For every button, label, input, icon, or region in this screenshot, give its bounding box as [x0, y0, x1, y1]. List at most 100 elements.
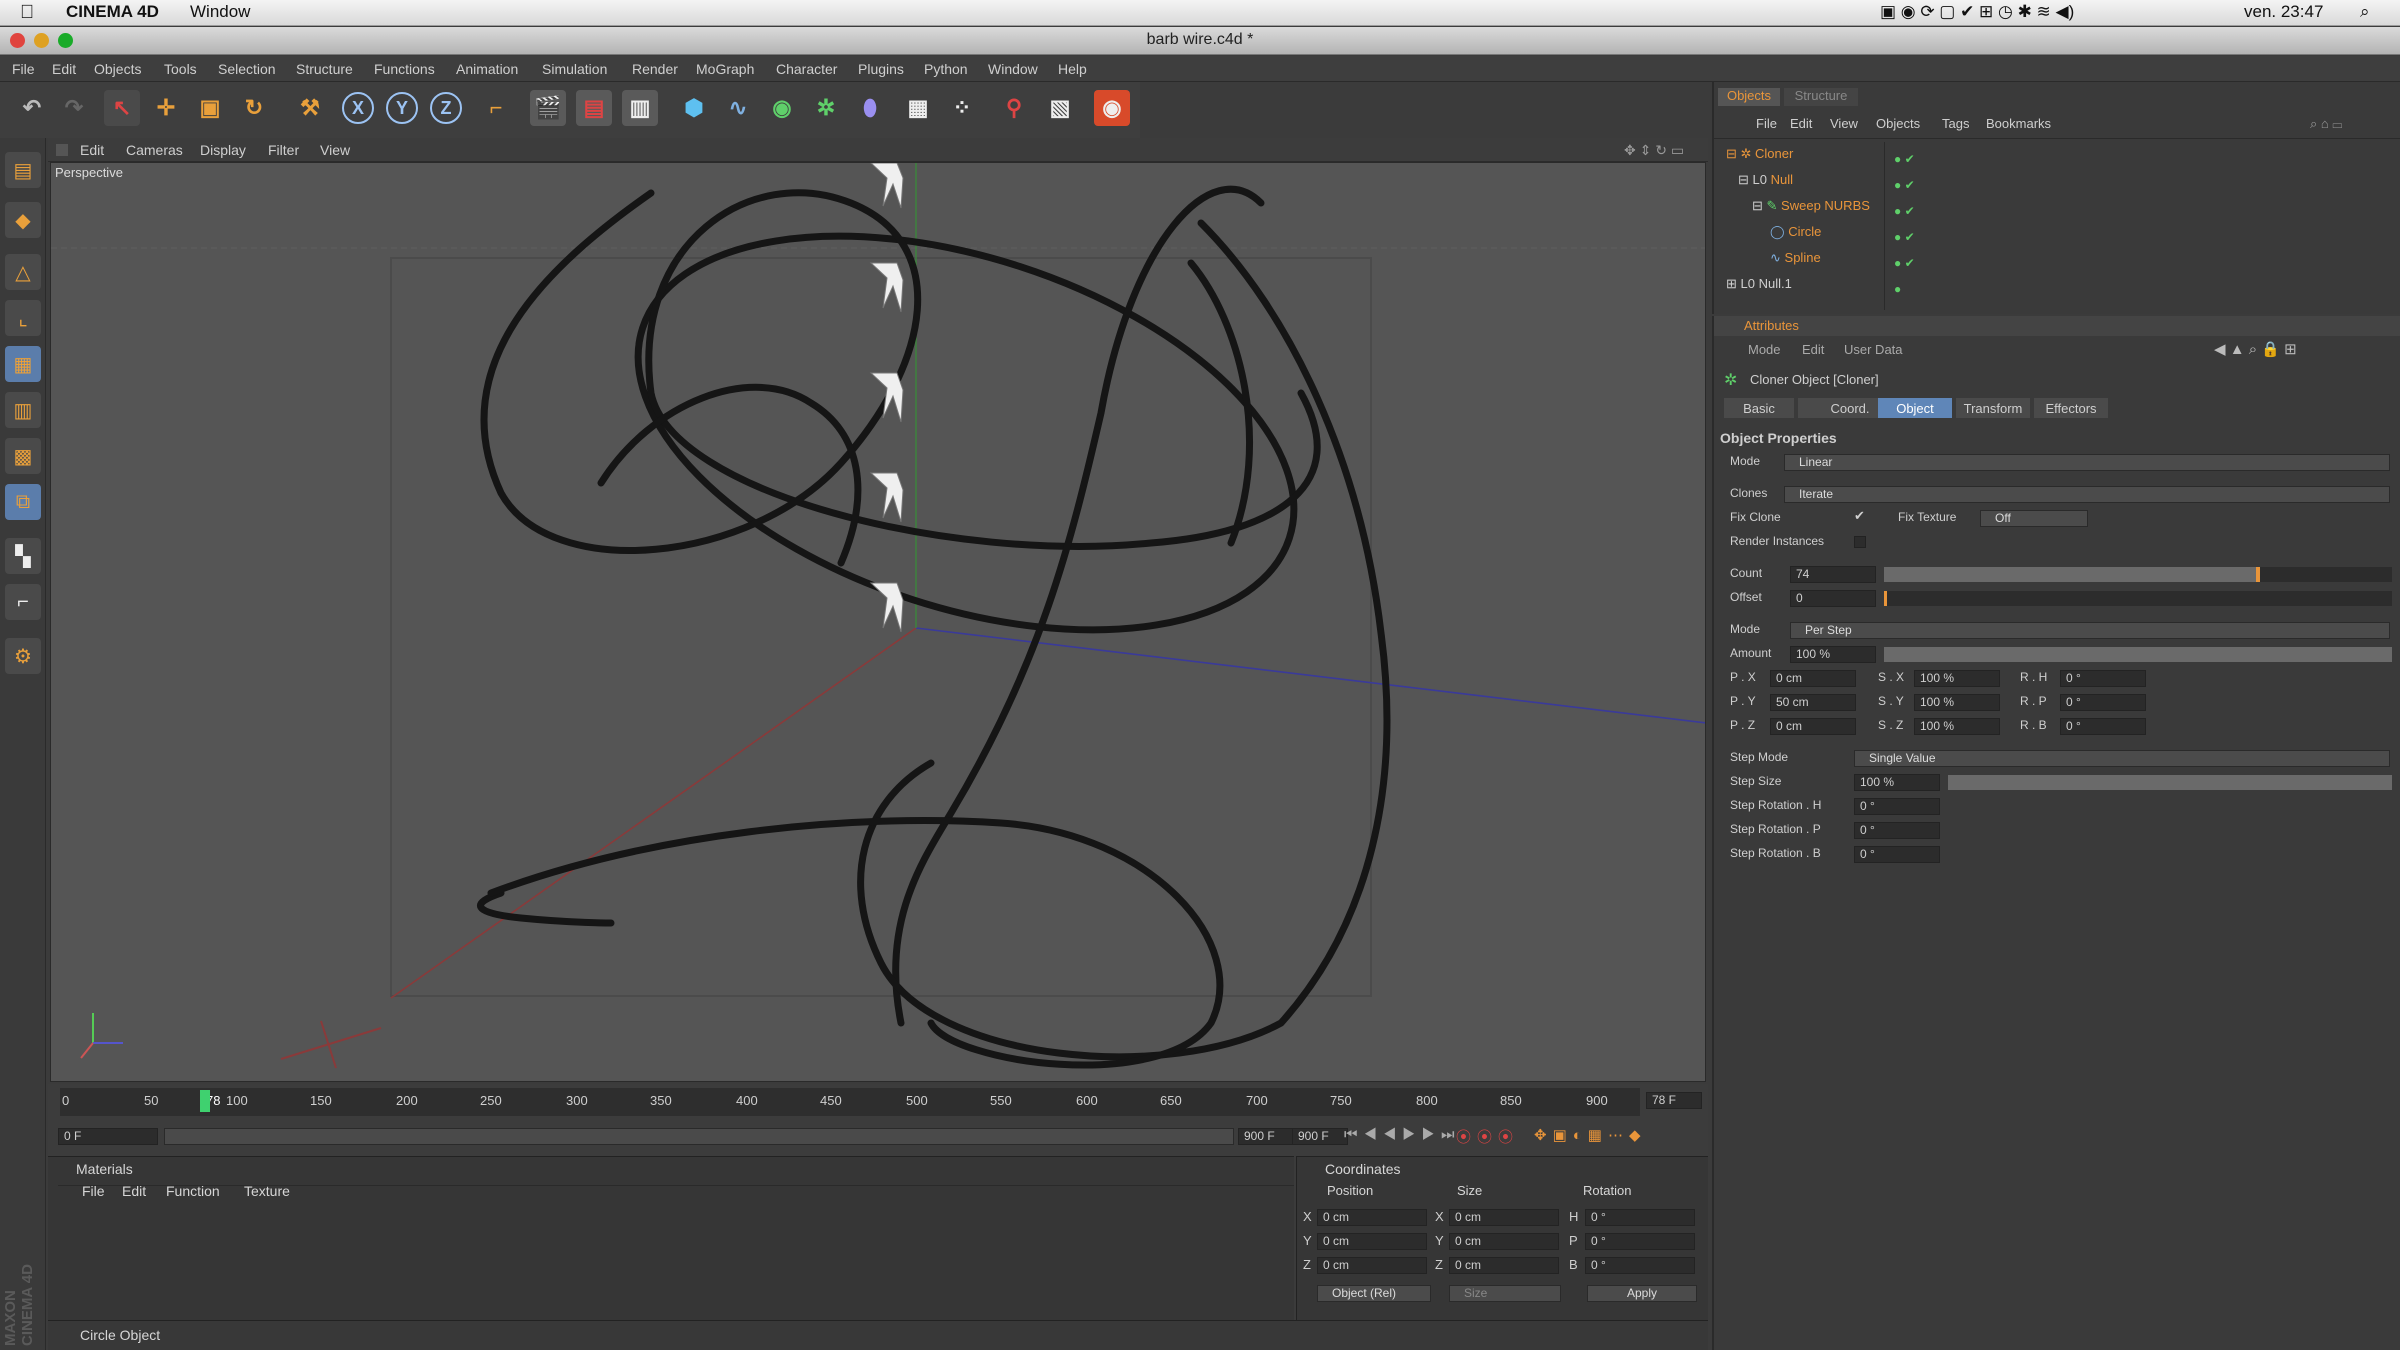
y-axis-lock-icon[interactable]: Y [386, 92, 418, 124]
menu-selection[interactable]: Selection [218, 61, 276, 77]
count-field[interactable]: 74 [1790, 566, 1876, 583]
size-y-field[interactable]: 0 cm [1449, 1233, 1559, 1250]
menu-python[interactable]: Python [924, 61, 968, 77]
preview-range-slider[interactable] [164, 1128, 1234, 1145]
mat-menu-texture[interactable]: Texture [244, 1183, 290, 1199]
edges-mode-icon[interactable]: ▥ [5, 392, 41, 428]
p-z-field[interactable]: 0 cm [1770, 718, 1856, 735]
r-h-field[interactable]: 0 ° [2060, 670, 2146, 687]
coord-mode-dropdown[interactable]: Object (Rel) [1317, 1285, 1431, 1302]
move-icon[interactable]: ✛ [148, 90, 184, 126]
r-b-field[interactable]: 0 ° [2060, 718, 2146, 735]
obj-menu-tags[interactable]: Tags [1942, 116, 1969, 131]
vp-menu-cameras[interactable]: Cameras [126, 142, 183, 158]
spline-pen-icon[interactable]: ∿ [720, 90, 756, 126]
apple-icon[interactable]:  [20, 2, 34, 24]
step-rot-p-field[interactable]: 0 ° [1854, 822, 1940, 839]
subdivision-icon[interactable]: ◉ [764, 90, 800, 126]
step-rot-b-field[interactable]: 0 ° [1854, 846, 1940, 863]
vp-menu-display[interactable]: Display [200, 142, 246, 158]
menu-render[interactable]: Render [632, 61, 678, 77]
light-icon[interactable]: ▧ [1042, 90, 1078, 126]
step-mode-dropdown[interactable]: Per Step [1790, 622, 2390, 639]
polygons-mode-icon[interactable]: ▩ [5, 438, 41, 474]
cube-icon[interactable]: ⬢ [676, 90, 712, 126]
render-view-icon[interactable]: 🎬 [530, 90, 566, 126]
obj-search-icon[interactable]: ⌕ ⌂ ▭ [2310, 116, 2342, 132]
render-settings-icon[interactable]: ▥ [622, 90, 658, 126]
offset-field[interactable]: 0 [1790, 590, 1876, 607]
rotate-icon[interactable]: ↻ [236, 90, 272, 126]
vp-menu-view[interactable]: View [320, 142, 350, 158]
scale-icon[interactable]: ▣ [192, 90, 228, 126]
environment-icon[interactable]: ⁘ [944, 90, 980, 126]
obj-menu-view[interactable]: View [1830, 116, 1858, 131]
rotation-p-field[interactable]: 0 ° [1585, 1233, 1695, 1250]
render-instances-checkbox[interactable] [1854, 536, 1866, 548]
playhead[interactable] [200, 1090, 211, 1112]
count-slider[interactable] [1884, 567, 2392, 582]
obj-menu-edit[interactable]: Edit [1790, 116, 1812, 131]
plugin-icon[interactable]: ◉ [1094, 90, 1130, 126]
amount-slider[interactable] [1884, 647, 2392, 662]
viewport-nav-icons[interactable]: ✥ ⇕ ↻ ▭ [1624, 142, 1684, 159]
mat-menu-function[interactable]: Function [166, 1183, 220, 1199]
obj-menu-objects[interactable]: Objects [1876, 116, 1920, 131]
s-y-field[interactable]: 100 % [1914, 694, 2000, 711]
apply-button[interactable]: Apply [1587, 1285, 1697, 1302]
mat-menu-file[interactable]: File [82, 1183, 105, 1199]
playback-controls[interactable]: ⏮◀◀▶▶⏭ [1344, 1126, 1461, 1143]
menu-structure[interactable]: Structure [296, 61, 353, 77]
vp-menu-filter[interactable]: Filter [268, 142, 299, 158]
step-size-field[interactable]: 100 % [1854, 774, 1940, 791]
attr-nav-icons[interactable]: ◀ ▲ ⌕ 🔒 ⊞ [2214, 340, 2297, 358]
mode-dropdown[interactable]: Linear [1784, 454, 2390, 471]
s-z-field[interactable]: 100 % [1914, 718, 2000, 735]
points-mode-icon[interactable]: ▦ [5, 346, 41, 382]
menu-tools[interactable]: Tools [164, 61, 197, 77]
s-x-field[interactable]: 100 % [1914, 670, 2000, 687]
step-size-slider[interactable] [1948, 775, 2392, 790]
make-editable-icon[interactable]: ▤ [5, 152, 41, 188]
tab-structure[interactable]: Structure [1784, 88, 1858, 106]
size-z-field[interactable]: 0 cm [1449, 1257, 1559, 1274]
size-x-field[interactable]: 0 cm [1449, 1209, 1559, 1226]
p-y-field[interactable]: 50 cm [1770, 694, 1856, 711]
timeline-ruler[interactable]: 0 50 78 100 150 200 250 300 350 400 450 … [60, 1088, 1640, 1116]
step-rot-h-field[interactable]: 0 ° [1854, 798, 1940, 815]
tab-basic[interactable]: Basic [1724, 398, 1794, 418]
position-z-field[interactable]: 0 cm [1317, 1257, 1427, 1274]
attr-menu-user-data[interactable]: User Data [1844, 342, 1903, 357]
texture-mode-icon[interactable]: ⌞ [5, 300, 41, 336]
x-axis-lock-icon[interactable]: X [342, 92, 374, 124]
menu-plugins[interactable]: Plugins [858, 61, 904, 77]
start-frame-field[interactable]: 0 F [58, 1128, 158, 1145]
clones-dropdown[interactable]: Iterate [1784, 486, 2390, 503]
amount-field[interactable]: 100 % [1790, 646, 1876, 663]
render-picture-viewer-icon[interactable]: ▤ [576, 90, 612, 126]
scene-icon[interactable]: ▦ [900, 90, 936, 126]
z-axis-lock-icon[interactable]: Z [430, 92, 462, 124]
current-frame-field[interactable]: 78 F [1646, 1092, 1702, 1109]
fix-texture-dropdown[interactable]: Off [1980, 510, 2088, 527]
tweak-icon[interactable]: ▚ [5, 538, 41, 574]
menu-functions[interactable]: Functions [374, 61, 435, 77]
tab-objects[interactable]: Objects [1718, 88, 1780, 106]
menu-edit[interactable]: Edit [52, 61, 76, 77]
model-mode-icon[interactable]: ◆ [5, 202, 41, 238]
workplane-icon[interactable]: ⚙ [5, 638, 41, 674]
menu-file[interactable]: File [12, 61, 35, 77]
menu-mograph[interactable]: MoGraph [696, 61, 754, 77]
viewport-handle[interactable] [56, 144, 68, 156]
r-p-field[interactable]: 0 ° [2060, 694, 2146, 711]
position-x-field[interactable]: 0 cm [1317, 1209, 1427, 1226]
camera-icon[interactable]: ⚲ [996, 90, 1032, 126]
live-selection-icon[interactable]: ↖ [104, 90, 140, 126]
max-frame-field[interactable]: 900 F [1292, 1128, 1348, 1145]
obj-menu-bookmarks[interactable]: Bookmarks [1986, 116, 2051, 131]
visibility-checks[interactable]: ● ✔ ● ✔ ● ✔ ● ✔ ● ✔ ● [1894, 146, 1915, 302]
mac-app-name[interactable]: CINEMA 4D [66, 2, 159, 22]
offset-slider[interactable] [1884, 591, 2392, 606]
viewport-3d[interactable]: Perspective [50, 162, 1706, 1082]
object-mode-icon[interactable]: △ [5, 254, 41, 290]
